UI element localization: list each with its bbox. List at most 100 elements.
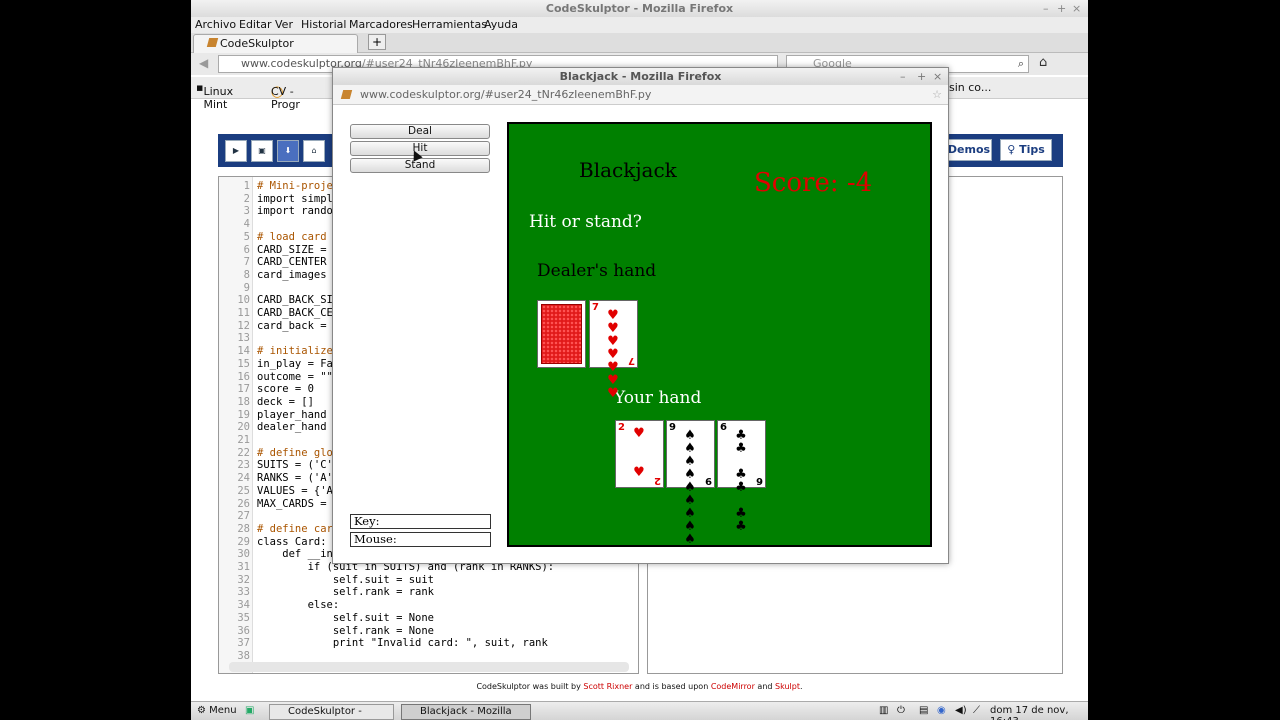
save-icon[interactable]: ▣: [251, 140, 273, 162]
popup-maximize-icon[interactable]: +: [917, 68, 926, 85]
reset-icon[interactable]: ⌂: [303, 140, 325, 162]
hearts-icon: ♥ ♥: [633, 426, 648, 480]
line-number: 28: [237, 522, 250, 535]
popup-close-icon[interactable]: ×: [933, 68, 942, 85]
line-number: 10: [237, 294, 250, 307]
code-line: # Mini-proje: [257, 180, 333, 192]
main-window-titlebar: CodeSkulptor - Mozilla Firefox – + ×: [191, 0, 1088, 17]
menu-historial[interactable]: Historial: [301, 18, 346, 31]
code-line: dealer_hand: [257, 421, 327, 434]
line-number: 33: [237, 586, 250, 599]
code-line: self.suit = None: [257, 611, 435, 624]
line-number: 12: [237, 319, 250, 332]
signal-icon[interactable]: ⟋: [973, 705, 980, 716]
power-icon[interactable]: ⏻: [897, 705, 905, 716]
bookmark-linux-mint[interactable]: ▪ Linux Mint: [196, 81, 233, 111]
demos-button[interactable]: Demos: [946, 139, 992, 161]
dealer-card-hidden: [537, 300, 586, 368]
close-icon[interactable]: ×: [1072, 0, 1081, 17]
menu-ver[interactable]: Ver: [275, 18, 293, 31]
start-menu-button[interactable]: ⚙ Menu: [197, 705, 237, 716]
code-line: self.rank = rank: [257, 586, 435, 599]
code-line: # define glo: [257, 446, 333, 459]
clock-text[interactable]: dom 17 de nov, 16:43: [990, 705, 1088, 720]
trash-icon[interactable]: ▥: [879, 705, 888, 716]
bookmark-sin-co[interactable]: sin co...: [949, 81, 991, 94]
line-number: 36: [237, 624, 250, 637]
line-number: 24: [237, 472, 250, 485]
mouse-field[interactable]: Mouse:: [350, 532, 491, 547]
popup-url-bar[interactable]: www.codeskulptor.org/#user24_tNr46zIeene…: [333, 85, 948, 105]
game-title: Blackjack: [579, 158, 677, 182]
line-number: 37: [237, 637, 250, 650]
minimize-icon[interactable]: –: [1043, 0, 1049, 17]
player-card-1: 2 ♥ ♥ 2: [615, 420, 664, 488]
line-number: 21: [237, 434, 250, 446]
stand-button[interactable]: Stand: [350, 158, 490, 173]
player-card-3: 6 ♣ ♣ ♣ ♣ ♣ ♣ 6: [717, 420, 766, 533]
line-number: 34: [237, 599, 250, 612]
line-number: 35: [237, 611, 250, 624]
code-line: CARD_BACK_CE: [257, 307, 333, 319]
show-desktop-icon[interactable]: ▣: [245, 705, 254, 716]
mint-menu-icon: ⚙: [197, 705, 206, 716]
author-link[interactable]: Scott Rixner: [583, 682, 632, 691]
code-line: CARD_BACK_SI: [257, 294, 333, 307]
tips-button[interactable]: ♀ Tips: [1000, 139, 1052, 161]
code-line: deck = []: [257, 395, 314, 408]
code-line: RANKS = ('A': [257, 472, 333, 485]
menu-editar[interactable]: Editar: [239, 18, 272, 31]
line-number: 9: [243, 281, 250, 294]
screen: CodeSkulptor - Mozilla Firefox – + × Arc…: [191, 0, 1088, 720]
line-number: 13: [237, 332, 250, 345]
dealer-card-1: 7 ♥ ♥ ♥ ♥ ♥ ♥ ♥ 7: [589, 300, 638, 400]
prompt-text: Hit or stand?: [529, 212, 642, 232]
line-number: 14: [237, 345, 250, 358]
horizontal-scrollbar[interactable]: [229, 662, 629, 672]
line-number: 16: [237, 370, 250, 383]
maximize-icon[interactable]: +: [1057, 0, 1066, 17]
line-number: 2: [243, 192, 250, 205]
menu-marcadores[interactable]: Marcadores: [349, 18, 413, 31]
menu-herramientas[interactable]: Herramientas: [412, 18, 487, 31]
main-window-title: CodeSkulptor - Mozilla Firefox: [545, 2, 734, 15]
popup-minimize-icon[interactable]: –: [900, 68, 906, 85]
line-number: 22: [237, 446, 250, 459]
back-arrow-icon[interactable]: ◀: [199, 56, 208, 70]
deal-button[interactable]: Deal: [350, 124, 490, 139]
download-icon[interactable]: ⬇: [277, 140, 299, 162]
volume-icon[interactable]: ◀): [955, 705, 967, 716]
bookmark-star-icon[interactable]: ☆: [932, 85, 942, 104]
home-icon[interactable]: ⌂: [1039, 55, 1047, 70]
game-canvas[interactable]: Blackjack Score: -4 Hit or stand? Dealer…: [507, 122, 932, 547]
line-number: 11: [237, 307, 250, 319]
page-footer: CodeSkulptor was built by Scott Rixner a…: [476, 682, 803, 691]
run-icon[interactable]: ▶: [225, 140, 247, 162]
skulpt-link[interactable]: Skulpt: [775, 682, 800, 691]
code-line: print "Invalid card: ", suit, rank: [257, 637, 548, 650]
code-line: in_play = Fa: [257, 357, 333, 370]
line-number: 5: [243, 230, 250, 243]
line-number: 25: [237, 484, 250, 497]
key-field[interactable]: Key:: [350, 514, 491, 529]
spades-icon: ♠ ♠ ♠ ♠ ♠ ♠ ♠ ♠ ♠: [684, 428, 699, 547]
new-tab-button[interactable]: +: [368, 34, 386, 50]
code-line: self.suit = suit: [257, 573, 435, 586]
score-text: Score: -4: [754, 168, 873, 198]
tab-codeskulptor[interactable]: CodeSkulptor: [193, 34, 358, 53]
line-number: 32: [237, 573, 250, 586]
search-icon[interactable]: ⌕: [1018, 56, 1024, 72]
update-icon[interactable]: ◉: [937, 705, 946, 716]
network-icon[interactable]: ▤: [919, 705, 928, 716]
player-hand-label: Your hand: [614, 388, 702, 408]
taskbar-codeskulptor[interactable]: CodeSkulptor - Mozilla...: [269, 704, 394, 720]
code-line: player_hand: [257, 408, 327, 421]
codemirror-link[interactable]: CodeMirror: [711, 682, 755, 691]
taskbar-blackjack[interactable]: Blackjack - Mozilla Firef...: [401, 704, 531, 720]
lightbulb-icon: ♀: [1007, 143, 1016, 156]
menu-archivo[interactable]: Archivo: [195, 18, 236, 31]
line-number: 27: [237, 510, 250, 523]
line-number: 4: [243, 218, 250, 231]
line-number: 26: [237, 497, 250, 510]
menu-ayuda[interactable]: Ayuda: [484, 18, 518, 31]
